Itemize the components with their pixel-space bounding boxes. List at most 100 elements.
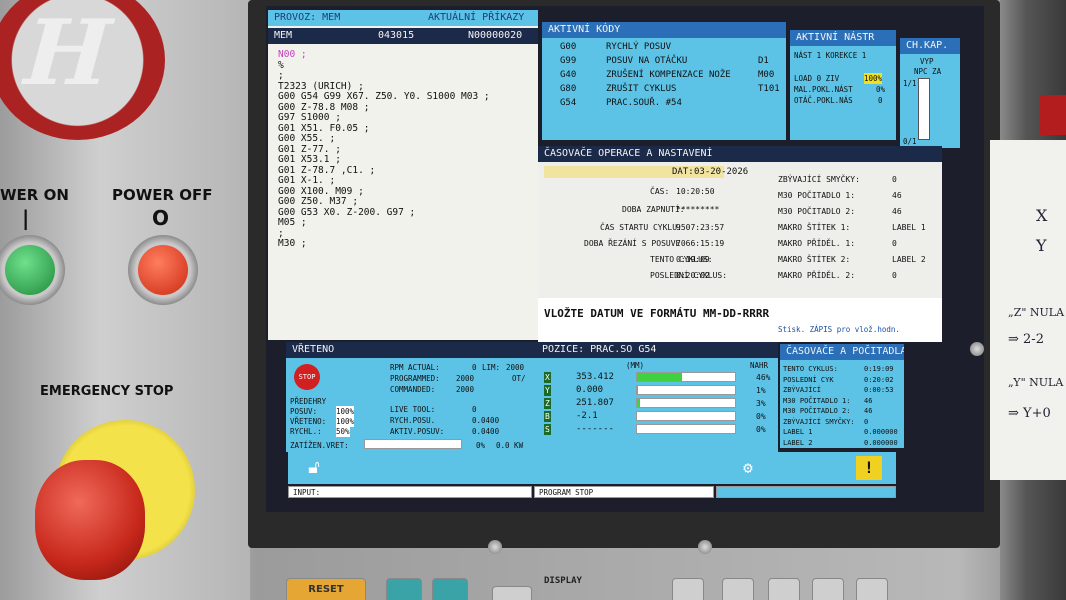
active-feed-label: AKTIV.POSUV: <box>390 427 445 436</box>
emergency-stop-button[interactable] <box>35 460 145 580</box>
keypad-key[interactable] <box>856 578 888 600</box>
timers-panel: ČASOVAČE OPERACE A NASTAVENÍ DAT: 03-20-… <box>538 146 942 342</box>
timers-title: ČASOVAČE OPERACE A NASTAVENÍ <box>538 146 942 162</box>
date-label: DAT: <box>672 167 694 177</box>
spindle-title: VŘETENO <box>286 342 536 358</box>
input-field[interactable]: INPUT: <box>288 486 532 498</box>
timer-label: DOBA ŘEZÁNÍ S POSUVE <box>584 239 681 248</box>
counter-value[interactable]: 46 <box>892 206 902 217</box>
axis-load-gauge <box>636 411 736 421</box>
active-tool-title: AKTIVNÍ NÁSTR <box>790 30 896 46</box>
program-line: M30 ; <box>278 238 307 249</box>
timer-value[interactable]: 0:20:02 <box>676 270 710 281</box>
rapid-feed-value: 0.0400 <box>472 416 500 425</box>
axis-load-gauge <box>636 385 736 395</box>
counter-label: LABEL 2 <box>783 438 813 447</box>
unlock-icon[interactable]: 🔓︎ <box>302 456 326 480</box>
counter-value[interactable]: 0 <box>892 174 897 185</box>
program-listing[interactable]: N00 ;%; T2323 (URICH) ; G00 G54 G99 X67. Z… <box>278 49 490 250</box>
program-panel: PROVOZ: MEM AKTUÁLNÍ PŘÍKAZY MEM 043015 … <box>268 10 538 340</box>
code-value: G40 <box>560 70 577 80</box>
power-on-button[interactable] <box>0 235 65 305</box>
spindle-load-gauge <box>364 439 462 449</box>
lim-value: 2000 <box>506 363 525 372</box>
bezel-screw <box>698 540 712 554</box>
code-description: POSUV NA OTÁČKU <box>606 56 688 66</box>
counter-value[interactable]: LABEL 2 <box>892 254 926 265</box>
counter-value[interactable]: 0 <box>892 270 897 281</box>
keypad-key[interactable] <box>672 578 704 600</box>
position-unit: (MM) <box>626 361 645 370</box>
coolant-level-gauge <box>918 78 930 140</box>
counter-value: 0.000000 <box>864 428 898 436</box>
note-line: X <box>1036 206 1048 225</box>
timer-value[interactable]: 7066:15:19 <box>676 238 724 249</box>
counter-label: LABEL 1 <box>783 428 813 436</box>
position-load-header: NAHR <box>750 361 769 370</box>
axis-load-value: 46% <box>756 373 771 382</box>
spindle-panel: VŘETENO STOP PŘEDEHRY POSUV: 100% VŘETENO:… <box>286 342 536 452</box>
timer-label: ČAS STARTU CYKLU: <box>600 223 682 232</box>
counter-value[interactable]: LABEL 1 <box>892 222 926 233</box>
input-prompt: VLOŽTE DATUM VE FORMÁTU MM-DD-RRRR <box>544 307 770 320</box>
code-extra: M00 <box>758 70 775 80</box>
keypad-key[interactable] <box>722 578 754 600</box>
note-line: Y <box>1036 236 1047 255</box>
keypad-key[interactable] <box>386 578 422 600</box>
note-line: „Z" NULA <box>1008 306 1065 319</box>
keypad-key[interactable] <box>812 578 844 600</box>
commanded-value: 2000 <box>456 385 475 394</box>
axis-load-value: 0% <box>756 425 766 434</box>
program-line: G00 Z50. M37 ; <box>278 196 359 207</box>
timer-value[interactable]: 0:19:09 <box>676 254 710 265</box>
counters-panel: ČASOVAČE A POČITADLA TENTO CYKLUS: 0:19:0… <box>780 344 904 448</box>
note-line: ⇒ Y+0 <box>1008 406 1051 421</box>
counter-label: M30 POČITADLO 2: <box>783 407 851 415</box>
timer-label: ČAS: <box>650 187 670 196</box>
reset-key[interactable]: RESET <box>286 578 366 600</box>
keypad-key[interactable] <box>432 578 468 600</box>
lim-label: LIM: <box>482 363 501 372</box>
counter-value[interactable]: 46 <box>892 190 902 201</box>
counter-value: 0:19:09 <box>864 365 894 373</box>
tool-icon[interactable]: ⚙︎ <box>734 456 762 480</box>
mode-mem: MEM <box>274 30 293 41</box>
program-number: 043015 <box>378 30 415 41</box>
coolant-scale-top: 1/1 <box>903 79 917 88</box>
program-line: G01 X53.1 ; <box>278 154 341 165</box>
power-off-button[interactable] <box>128 235 198 305</box>
coolant-panel: CH.KAP. VYP NPC ZA 1/1 0/1 <box>900 38 960 148</box>
timer-value[interactable]: ********* <box>676 204 719 215</box>
counter-label: MAKRO PŘÍDĚL. 2: <box>778 271 856 280</box>
tool-rev-value: 0 <box>878 96 883 105</box>
override-value: 50% <box>336 426 350 437</box>
bezel-screw <box>970 342 984 356</box>
program-line: G00 G54 G99 X67. Z50. Y0. S1000 M03 ; <box>278 91 490 102</box>
counter-value: 0 <box>864 417 869 426</box>
tool-offset-line: NÁST 1 KOREKCE 1 <box>794 51 867 60</box>
axis-load-gauge <box>636 398 736 408</box>
counter-value[interactable]: 0 <box>892 238 897 249</box>
control-keyboard: RESET DISPLAY <box>282 570 922 600</box>
rpm-actual-label: RPM ACTUAL: <box>390 363 440 372</box>
commanded-label: COMMANDED: <box>390 385 436 394</box>
power-off-symbol: O <box>152 206 170 230</box>
timer-value[interactable]: 9507:23:57 <box>676 222 724 233</box>
axis-value: 0.000 <box>576 385 604 395</box>
warning-icon[interactable]: ! <box>856 456 882 480</box>
coolant-title: CH.KAP. <box>900 38 960 54</box>
date-row[interactable]: DAT: 03-20-2026 <box>544 166 748 178</box>
axis-load-gauge <box>636 424 736 434</box>
program-line: G97 S1000 ; <box>278 112 341 123</box>
program-state-box: PROGRAM STOP <box>534 486 714 498</box>
power-off-label: POWER OFF <box>112 186 213 204</box>
keypad-key[interactable] <box>768 578 800 600</box>
program-line: N00 ; <box>278 49 307 60</box>
program-line: ; <box>278 70 284 81</box>
timer-value[interactable]: 10:20:50 <box>676 186 715 197</box>
power-on-symbol: | <box>22 206 30 230</box>
code-value: G99 <box>560 56 577 66</box>
spindle-load-label: ZATÍŽEN.VRET: <box>290 441 349 450</box>
status-box-right <box>716 486 896 498</box>
display-key[interactable] <box>492 586 532 600</box>
